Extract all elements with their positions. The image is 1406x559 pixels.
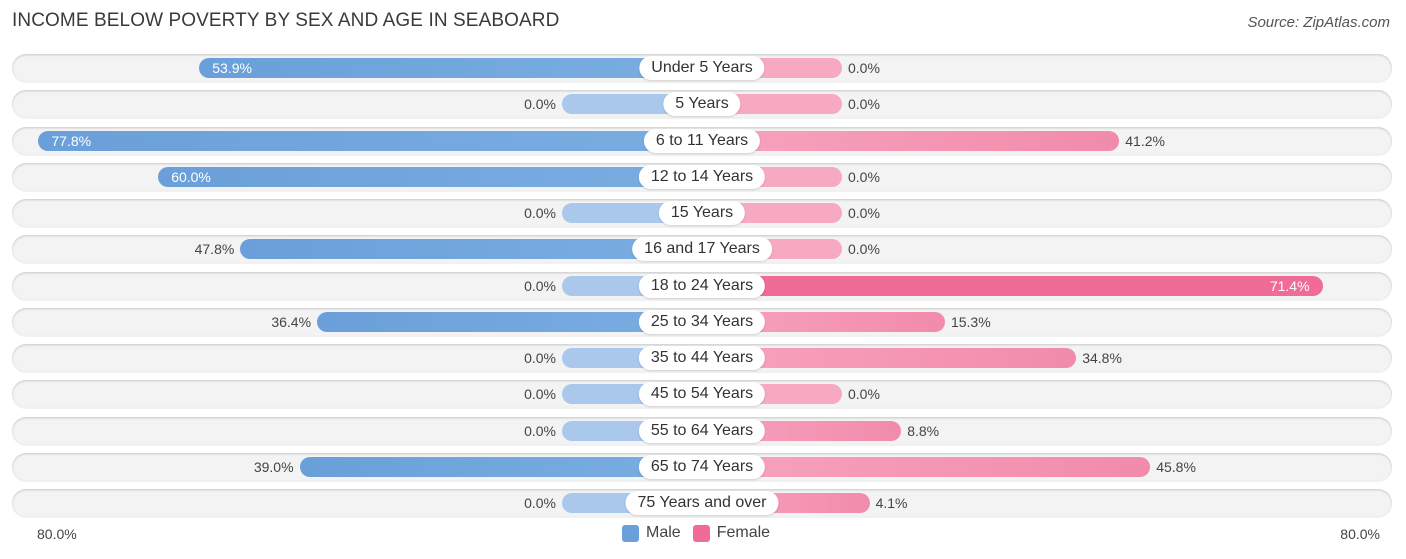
- value-label-male: 36.4%: [271, 313, 312, 330]
- value-label-male: 0.0%: [524, 422, 556, 439]
- value-label-female: 34.8%: [1082, 350, 1122, 366]
- legend-swatch-female: [692, 524, 710, 542]
- category-label: 75 Years and over: [625, 491, 779, 515]
- value-label-female: 0.0%: [848, 96, 880, 113]
- bar-female: [702, 130, 1120, 151]
- category-label: 35 to 44 Years: [638, 346, 766, 370]
- category-label: 65 to 74 Years: [638, 454, 766, 479]
- chart-plot-area: Under 5 Years 53.9% 0.0% 5 Years 0.0% 0.0% 6 t…: [0, 0, 1406, 559]
- value-label-female: 0.0%: [848, 241, 880, 258]
- value-label-female: 4.1%: [875, 495, 908, 511]
- category-label: Under 5 Years: [639, 56, 765, 80]
- legend: Male Female: [622, 524, 782, 542]
- value-label-female: 8.8%: [907, 422, 940, 439]
- value-label-male: 77.8%: [51, 132, 92, 149]
- legend-swatch-male: [622, 524, 639, 542]
- category-label: 6 to 11 Years: [643, 128, 761, 153]
- value-label-male: 47.8%: [194, 241, 235, 258]
- bar-male: [158, 166, 702, 187]
- value-label-male: 39.0%: [253, 458, 294, 475]
- value-label-female: 0.0%: [848, 168, 880, 185]
- value-label-male: 0.0%: [524, 386, 556, 403]
- value-label-male: 0.0%: [524, 96, 556, 113]
- category-label: 15 Years: [658, 201, 746, 225]
- value-label-female: 0.0%: [848, 60, 880, 76]
- value-label-male: 0.0%: [524, 277, 556, 294]
- category-label: 25 to 34 Years: [638, 309, 766, 334]
- bar-male: [199, 58, 702, 78]
- category-label: 5 Years: [663, 92, 741, 117]
- category-label: 16 and 17 Years: [632, 237, 772, 262]
- value-label-female: 41.2%: [1125, 132, 1165, 149]
- category-label: 45 to 54 Years: [638, 382, 766, 407]
- value-label-female: 45.8%: [1156, 458, 1196, 475]
- bar-female: [702, 275, 1323, 296]
- bar-male: [38, 130, 702, 151]
- axis-left-max-label: 80.0%: [37, 526, 77, 542]
- value-label-female: 0.0%: [848, 205, 880, 221]
- category-label: 55 to 64 Years: [638, 418, 766, 443]
- axis-right-max-label: 80.0%: [1340, 526, 1380, 542]
- category-label: 12 to 14 Years: [638, 164, 766, 189]
- legend-label-male: Male: [646, 524, 681, 541]
- value-label-female: 0.0%: [848, 386, 880, 403]
- category-label: 18 to 24 Years: [638, 273, 766, 298]
- value-label-male: 0.0%: [524, 495, 556, 511]
- value-label-male: 53.9%: [212, 60, 252, 76]
- value-label-male: 60.0%: [171, 168, 211, 185]
- value-label-male: 0.0%: [524, 350, 556, 366]
- value-label-male: 0.0%: [524, 205, 556, 221]
- bar-female: [702, 456, 1151, 477]
- legend-item-female: Female: [692, 524, 771, 542]
- legend-label-female: Female: [716, 524, 771, 541]
- value-label-female: 15.3%: [950, 313, 991, 330]
- value-label-female: 71.4%: [1269, 277, 1310, 294]
- legend-item-male: Male: [622, 524, 681, 542]
